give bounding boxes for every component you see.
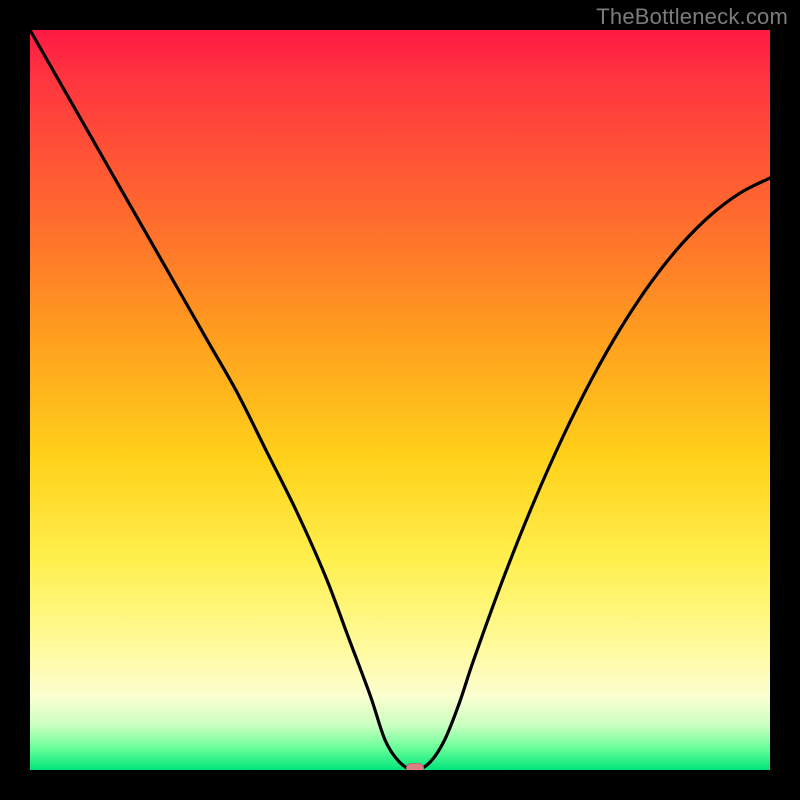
curve-path <box>30 30 770 770</box>
plot-area <box>30 30 770 770</box>
watermark-text: TheBottleneck.com <box>596 4 788 30</box>
chart-frame: TheBottleneck.com <box>0 0 800 800</box>
minimum-marker <box>406 763 424 770</box>
bottleneck-curve <box>30 30 770 770</box>
